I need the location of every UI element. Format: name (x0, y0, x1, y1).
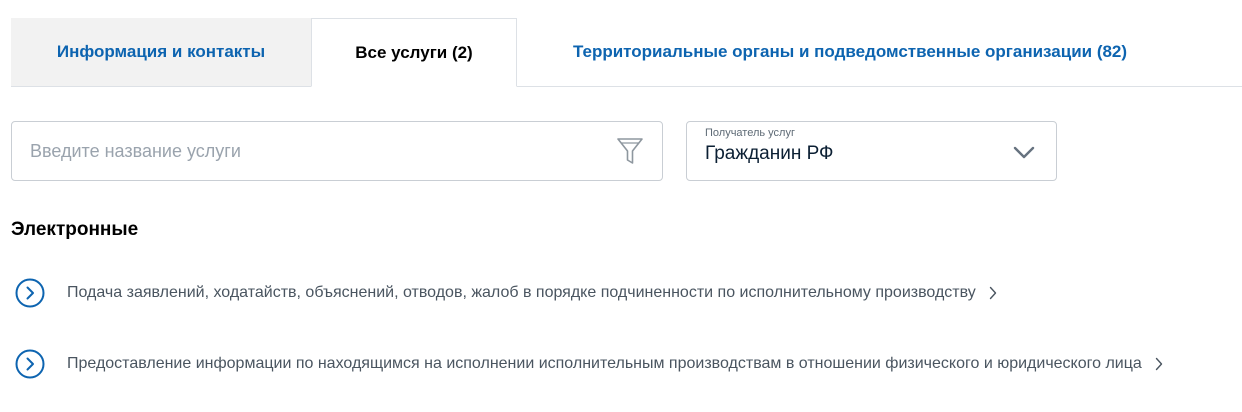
tab-all-services[interactable]: Все услуги (2) (311, 18, 517, 87)
service-item[interactable]: Предоставление информации по находящимся… (15, 348, 1164, 380)
recipient-select-value: Гражданин РФ (705, 143, 834, 164)
recipient-select-label: Получатель услуг (705, 127, 795, 139)
tab-territorial-bodies[interactable]: Территориальные органы и подведомственны… (517, 18, 1183, 87)
circle-arrow-right-icon (15, 349, 45, 379)
chevron-right-icon (989, 286, 996, 300)
circle-arrow-right-icon (15, 278, 45, 308)
service-item-label[interactable]: Подача заявлений, ходатайств, объяснений… (67, 284, 976, 302)
filter-icon[interactable] (616, 136, 644, 166)
service-item-label[interactable]: Предоставление информации по находящимся… (67, 355, 1142, 373)
chevron-down-icon (1013, 146, 1035, 159)
chevron-right-icon (1155, 357, 1162, 371)
service-search-input[interactable] (30, 122, 610, 180)
tab-info-contacts[interactable]: Информация и контакты (11, 18, 311, 87)
recipient-select[interactable]: Получатель услуг Гражданин РФ (686, 121, 1057, 181)
service-search-box (11, 121, 663, 181)
section-title-electronic: Электронные (11, 219, 139, 240)
tabs-bar: Информация и контакты Все услуги (2) Тер… (11, 18, 1242, 87)
service-item[interactable]: Подача заявлений, ходатайств, объяснений… (15, 277, 998, 309)
